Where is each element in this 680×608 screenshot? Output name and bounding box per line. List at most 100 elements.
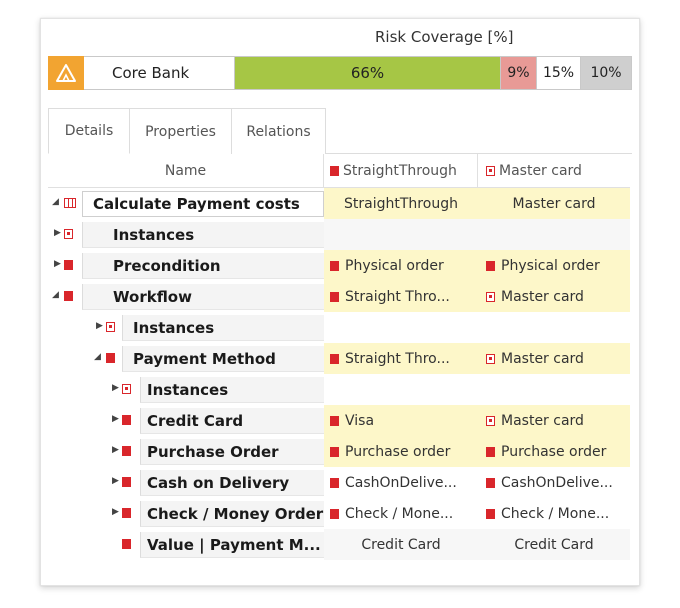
value-text: Visa [345, 412, 375, 429]
expand-arrow-icon[interactable]: ▶ [112, 414, 119, 424]
tab-relations[interactable]: Relations [232, 108, 326, 154]
value-cell[interactable]: Purchase order [324, 436, 478, 467]
collapse-arrow-icon[interactable]: ◢ [94, 352, 101, 362]
instance-icon [330, 415, 339, 426]
value-cell[interactable]: Master card [478, 281, 630, 312]
instance-outline-icon [486, 165, 495, 176]
value-cell[interactable] [324, 312, 478, 343]
instance-icon [330, 291, 339, 302]
value-cell[interactable]: Straight Thro... [324, 343, 478, 374]
table-row[interactable]: ▶ Credit Card Visa Master card [48, 405, 630, 436]
tree-node-label: Credit Card [140, 408, 324, 434]
value-cell[interactable]: Purchase order [478, 436, 630, 467]
instance-icon [486, 508, 495, 519]
table-row[interactable]: ◢ Calculate Payment costs StraightThroug… [48, 188, 630, 219]
expand-arrow-icon[interactable]: ▶ [112, 507, 119, 517]
cash-on-delivery-icon [122, 477, 131, 487]
column-header-straightthrough-label: StraightThrough [343, 162, 457, 179]
instances-icon [122, 384, 131, 394]
value-cell[interactable] [478, 219, 630, 250]
tab-details[interactable]: Details [48, 108, 130, 154]
value-cell[interactable]: Visa [324, 405, 478, 436]
value-cell[interactable]: Master card [478, 188, 630, 219]
value-text: Master card [501, 288, 584, 305]
value-cell[interactable]: CashOnDelive... [478, 467, 630, 498]
table-row[interactable]: ▶ Instances [48, 219, 630, 250]
table-row[interactable]: ▶ Purchase Order Purchase order Purchase… [48, 436, 630, 467]
tree-node-label: Instances [82, 222, 324, 248]
instance-icon [330, 477, 339, 488]
value-cell[interactable]: Straight Thro... [324, 281, 478, 312]
collapse-arrow-icon[interactable]: ◢ [52, 197, 59, 207]
tree-cell: Value | Payment M... [48, 529, 324, 560]
coverage-segment-uncovered: 9% [501, 57, 537, 89]
table-row[interactable]: ▶ Precondition Physical order Physical o… [48, 250, 630, 281]
risk-coverage-bar: Core Bank 66% 9% 15% 10% [48, 56, 632, 90]
tree-node-label: Cash on Delivery [140, 470, 324, 496]
value-cell[interactable]: StraightThrough [324, 188, 478, 219]
table-row[interactable]: ◢ Payment Method Straight Thro... Master… [48, 343, 630, 374]
tree-node-label: Value | Payment M... [140, 532, 324, 558]
check-money-order-icon [122, 508, 131, 518]
tree-node-label: Instances [140, 377, 324, 403]
value-text: Straight Thro... [345, 288, 450, 305]
value-cell[interactable]: Credit Card [478, 529, 630, 560]
value-text: Master card [501, 350, 584, 367]
tree-cell: ▶ Purchase Order [48, 436, 324, 467]
value-text: Check / Mone... [345, 505, 454, 522]
tree-cell: ▶ Check / Money Order [48, 498, 324, 529]
table-row[interactable]: ▶ Cash on Delivery CashOnDelive... CashO… [48, 467, 630, 498]
tree-cell: ◢ Payment Method [48, 343, 324, 374]
expand-arrow-icon[interactable]: ▶ [112, 383, 119, 393]
value-cell[interactable]: Physical order [324, 250, 478, 281]
value-cell[interactable]: Master card [478, 343, 630, 374]
instance-outline-icon [486, 291, 495, 302]
expand-arrow-icon[interactable]: ▶ [54, 259, 61, 269]
table-row[interactable]: Value | Payment M... Credit Card Credit … [48, 529, 630, 560]
payment-method-icon [106, 353, 115, 363]
coverage-entity-name: Core Bank [112, 64, 190, 82]
expand-arrow-icon[interactable]: ▶ [112, 445, 119, 455]
tab-properties[interactable]: Properties [130, 108, 232, 154]
instances-icon [64, 229, 73, 239]
instances-icon [106, 322, 115, 332]
value-cell[interactable]: Master card [478, 405, 630, 436]
value-cell[interactable]: Check / Mone... [324, 498, 478, 529]
expand-arrow-icon[interactable]: ▶ [96, 321, 103, 331]
table-row[interactable]: ▶ Instances [48, 374, 630, 405]
value-cell[interactable] [478, 374, 630, 405]
value-text: Physical order [501, 257, 600, 274]
value-cell[interactable]: Physical order [478, 250, 630, 281]
coverage-name-cell: Core Bank [48, 56, 235, 90]
collapse-arrow-icon[interactable]: ◢ [52, 290, 59, 300]
table-row[interactable]: ◢ Workflow Straight Thro... Master card [48, 281, 630, 312]
value-cell[interactable] [324, 219, 478, 250]
column-header-straightthrough[interactable]: StraightThrough [324, 154, 478, 187]
column-header-master-card[interactable]: Master card [478, 154, 630, 187]
precondition-icon [64, 260, 73, 270]
coverage-segment-covered: 66% [235, 57, 501, 89]
attribute-value-icon [122, 539, 131, 549]
details-tree-table: Name StraightThrough Master card ◢ Calcu… [48, 154, 630, 560]
tree-cell: ▶ Precondition [48, 250, 324, 281]
instance-icon [330, 353, 339, 364]
instance-outline-icon [486, 415, 495, 426]
value-cell[interactable] [324, 374, 478, 405]
instance-icon [330, 446, 339, 457]
expand-arrow-icon[interactable]: ▶ [112, 476, 119, 486]
value-cell[interactable]: Credit Card [324, 529, 478, 560]
tree-node-label: Instances [122, 315, 324, 341]
table-icon [64, 198, 76, 208]
value-cell[interactable]: CashOnDelive... [324, 467, 478, 498]
table-row[interactable]: ▶ Instances [48, 312, 630, 343]
value-text: Straight Thro... [345, 350, 450, 367]
coverage-segment-unknown: 10% [581, 57, 631, 89]
expand-arrow-icon[interactable]: ▶ [54, 228, 61, 238]
tree-cell: ▶ Instances [48, 312, 324, 343]
value-cell[interactable]: Check / Mone... [478, 498, 630, 529]
column-header-name[interactable]: Name [48, 154, 324, 187]
tab-bar: Details Properties Relations [48, 108, 632, 154]
value-cell[interactable] [478, 312, 630, 343]
table-row[interactable]: ▶ Check / Money Order Check / Mone... Ch… [48, 498, 630, 529]
risk-coverage-title: Risk Coverage [%] [375, 28, 514, 46]
